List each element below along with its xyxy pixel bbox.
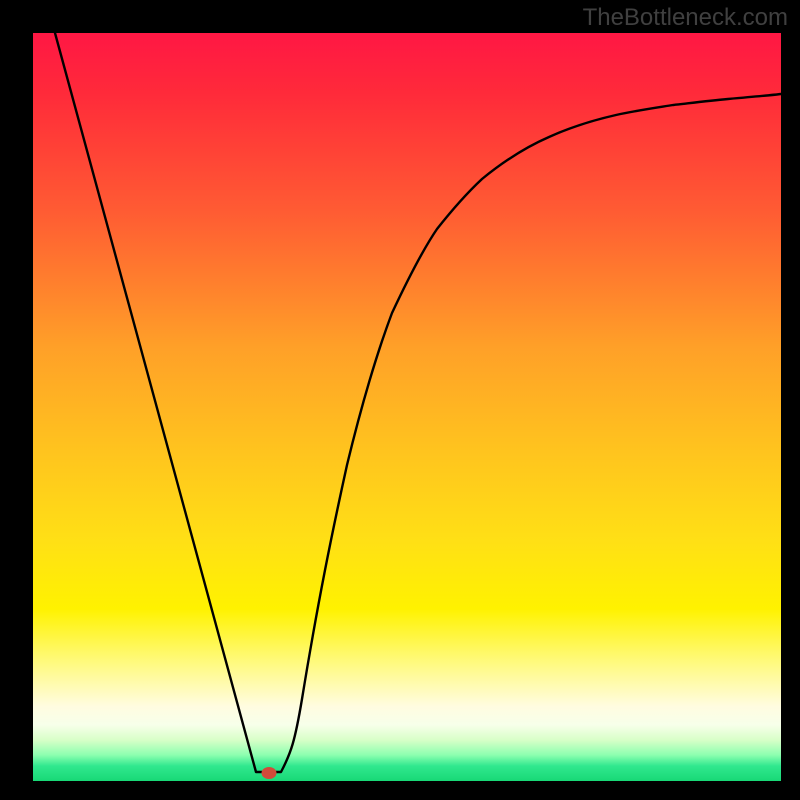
curve-path: [55, 33, 781, 772]
plot-area: [33, 33, 781, 781]
chart-frame: TheBottleneck.com: [0, 0, 800, 800]
watermark-text: TheBottleneck.com: [583, 4, 788, 32]
valley-marker: [262, 767, 277, 779]
bottleneck-curve: [33, 33, 781, 781]
